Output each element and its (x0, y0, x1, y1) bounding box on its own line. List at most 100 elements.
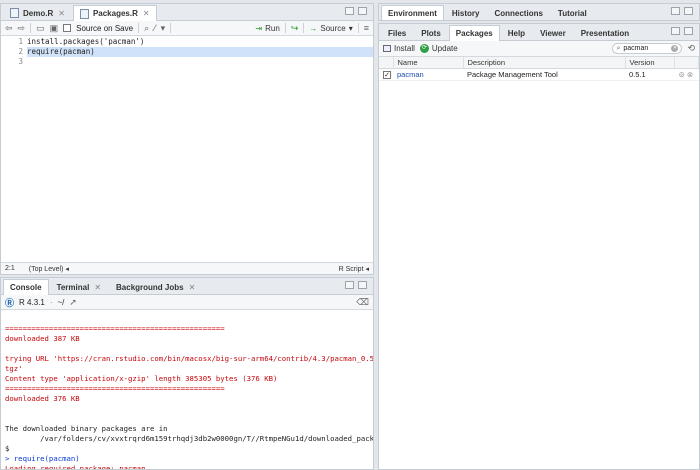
toolbar-divider (138, 23, 140, 33)
tab-terminal[interactable]: Terminal ✕ (50, 279, 108, 294)
magic-wand-icon[interactable]: ⁄ (154, 23, 156, 33)
tab-help[interactable]: Help (501, 25, 532, 40)
console-line: trying URL 'https://cran.rstudio.com/bin… (5, 354, 374, 363)
console-line: downloaded 376 KB (5, 394, 80, 403)
close-icon[interactable]: ✕ (143, 9, 150, 18)
toolbar-divider (30, 23, 32, 33)
tab-packages-r[interactable]: Packages.R ✕ (72, 5, 157, 21)
close-icon[interactable]: ✕ (94, 283, 101, 292)
packages-table: Name Description Version ✓ pacman Packag… (379, 57, 699, 81)
code-editor[interactable]: install.packages('pacman') require(pacma… (27, 37, 373, 67)
minimize-icon[interactable] (345, 281, 354, 289)
console-line: Loading required package: pacman (5, 464, 146, 470)
package-search[interactable]: ⌕ pacman ✕ (612, 43, 683, 54)
console-line: > require(pacman) (5, 454, 80, 463)
update-button[interactable]: ⟳ Update (419, 44, 458, 53)
column-name[interactable]: Name (393, 57, 464, 69)
install-button[interactable]: Install (383, 44, 415, 53)
package-name-link[interactable]: pacman (393, 68, 463, 81)
install-box-icon (383, 45, 391, 52)
tab-presentation[interactable]: Presentation (574, 25, 636, 40)
code-line[interactable]: install.packages('pacman') (27, 37, 373, 47)
close-icon[interactable]: ✕ (58, 9, 65, 18)
console-output[interactable]: ========================================… (5, 324, 374, 470)
save-icon[interactable]: ▣ (50, 23, 59, 34)
tab-viewer[interactable]: Viewer (533, 25, 573, 40)
r-file-icon (10, 8, 19, 18)
tab-label: Viewer (540, 28, 566, 38)
column-check (379, 57, 394, 69)
minimize-icon[interactable] (345, 7, 354, 15)
column-description[interactable]: Description (463, 57, 626, 69)
tab-label: Files (388, 28, 407, 38)
chevron-down-icon[interactable]: ▾ (161, 23, 166, 34)
refresh-icon[interactable]: ⟲ (687, 43, 695, 54)
package-loaded-checkbox[interactable]: ✓ (383, 70, 391, 79)
tab-tutorial[interactable]: Tutorial (551, 5, 594, 20)
toolbar-divider (170, 23, 172, 33)
source-button[interactable]: → Source ▾ (309, 24, 352, 33)
outline-icon[interactable]: ≡ (364, 23, 369, 33)
close-icon[interactable]: ✕ (189, 283, 196, 292)
minimize-icon[interactable] (671, 27, 680, 35)
window-controls (345, 7, 367, 15)
column-actions (674, 57, 699, 69)
source-arrow-icon: → (309, 23, 318, 33)
chevron-down-icon: ▾ (348, 23, 353, 33)
r-version: R 4.3.1 (19, 297, 45, 307)
package-description: Package Management Tool (463, 68, 625, 81)
tab-connections[interactable]: Connections (487, 5, 549, 20)
maximize-icon[interactable] (358, 7, 367, 15)
filetype-selector[interactable]: R Script ◂ (339, 265, 369, 273)
broom-clear-icon[interactable]: ⌫ (356, 297, 369, 308)
editor-tabbar: Demo.R ✕ Packages.R ✕ (1, 4, 373, 21)
tab-label: Tutorial (557, 8, 587, 18)
column-version[interactable]: Version (625, 57, 675, 69)
maximize-icon[interactable] (684, 27, 693, 35)
tab-environment[interactable]: Environment (381, 5, 444, 20)
tab-files[interactable]: Files (381, 25, 413, 40)
search-icon[interactable]: ⌕ (144, 23, 149, 34)
working-directory[interactable]: ~/ (57, 298, 64, 307)
filetype-label: R Script (338, 265, 364, 273)
tab-background-jobs[interactable]: Background Jobs ✕ (109, 279, 202, 294)
window-controls (345, 281, 367, 289)
tab-history[interactable]: History (445, 5, 487, 20)
tab-console[interactable]: Console (3, 279, 49, 295)
environment-tabbar: Environment History Connections Tutorial (379, 4, 699, 20)
remove-package-icon[interactable]: ⊗ (687, 70, 693, 79)
clear-search-icon[interactable]: ✕ (671, 45, 679, 52)
source-on-save-checkbox[interactable] (63, 24, 72, 32)
console-line: ========================================… (5, 324, 225, 333)
console-line: tgz' (5, 364, 23, 373)
tab-packages[interactable]: Packages (448, 25, 500, 41)
minimize-icon[interactable] (671, 7, 680, 15)
forward-arrow-icon[interactable]: ⇨ (18, 23, 26, 34)
back-arrow-icon[interactable]: ⇦ (5, 23, 13, 34)
run-arrow-icon: ⇥ (255, 23, 263, 33)
maximize-icon[interactable] (684, 7, 693, 15)
console-tabbar: Console Terminal ✕ Background Jobs ✕ (1, 278, 373, 295)
code-line[interactable] (27, 57, 373, 67)
tab-label: Packages (455, 29, 493, 38)
package-version: 0.5.1 (625, 68, 675, 81)
console-toolbar: Ⓡ R 4.3.1 · ~/ ➚ ⌫ (1, 295, 373, 310)
maximize-icon[interactable] (358, 281, 367, 289)
scope-selector[interactable]: (Top Level) ◂ (29, 265, 69, 273)
tab-demo-r[interactable]: Demo.R ✕ (3, 5, 72, 20)
console-line: The downloaded binary packages are in (5, 424, 168, 433)
update-label: Update (431, 44, 458, 53)
package-search-input[interactable]: pacman (623, 45, 668, 52)
table-header: Name Description Version (379, 57, 699, 69)
tab-plots[interactable]: Plots (414, 25, 448, 40)
rerun-icon[interactable]: ↪ (291, 23, 299, 34)
code-line-current[interactable]: require(pacman) (27, 47, 373, 57)
browse-icon[interactable]: ⊚ (679, 70, 685, 79)
run-button[interactable]: ⇥ Run (255, 24, 279, 33)
go-to-directory-icon[interactable]: ➚ (69, 297, 77, 308)
tab-label: Background Jobs (116, 282, 184, 292)
window-controls (671, 7, 693, 15)
show-in-window-icon[interactable]: ▭ (36, 23, 45, 34)
editor-statusbar: 2:1 (Top Level) ◂ R Script ◂ (1, 262, 373, 274)
